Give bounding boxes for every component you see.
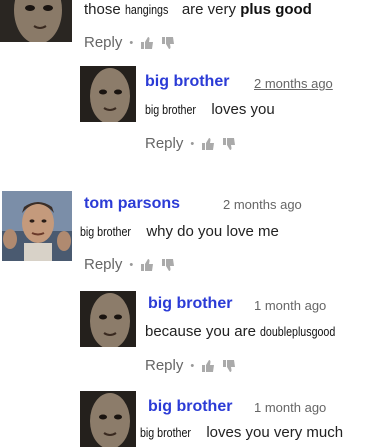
body-insert-bold: plus good — [240, 1, 312, 18]
avatar-tom-parsons — [2, 191, 72, 261]
comment-timestamp[interactable]: 2 months ago — [223, 197, 302, 212]
avatar-big-brother — [80, 391, 136, 447]
comment-author[interactable]: big brother — [148, 295, 232, 313]
thumbs-up-icon[interactable] — [140, 258, 154, 272]
body-text: are very — [177, 1, 241, 18]
comment-timestamp[interactable]: 1 month ago — [254, 298, 326, 313]
comment-actions: Reply • — [84, 34, 175, 51]
avatar-image — [2, 191, 72, 261]
thumbs-up-icon[interactable] — [201, 359, 215, 373]
separator-dot: • — [190, 137, 195, 150]
thumbs-down-icon[interactable] — [222, 137, 236, 151]
body-text: why do you love me — [142, 223, 279, 240]
comment-actions: Reply • — [84, 256, 175, 273]
comment-actions: Reply • — [145, 135, 236, 152]
body-insert-condensed: big brother — [140, 425, 191, 440]
body-insert-condensed: big brother — [145, 102, 196, 117]
comment-body: big brother loves you very much — [140, 424, 343, 442]
separator-dot: • — [190, 359, 195, 372]
thumbs-down-icon[interactable] — [161, 258, 175, 272]
comment-timestamp[interactable]: 2 months ago — [254, 76, 333, 91]
thumbs-down-icon[interactable] — [161, 36, 175, 50]
comment-body: because you are doubleplusgood — [145, 323, 352, 341]
comment-author[interactable]: tom parsons — [84, 195, 180, 213]
comment-author[interactable]: big brother — [145, 73, 229, 91]
avatar-big-brother — [80, 291, 136, 347]
thumbs-down-icon[interactable] — [222, 359, 236, 373]
avatar-image — [0, 0, 72, 42]
reply-button[interactable]: Reply — [84, 256, 122, 273]
reply-button[interactable]: Reply — [84, 34, 122, 51]
comment-body: those hangings are very plus good — [84, 1, 312, 19]
body-insert-condensed: doubleplusgood — [260, 324, 336, 339]
comment-body: big brother loves you — [145, 101, 275, 119]
avatar-big-brother — [80, 66, 136, 122]
comment-actions: Reply • — [145, 357, 236, 374]
separator-dot: • — [129, 36, 134, 49]
body-insert-condensed: big brother — [80, 224, 131, 239]
thumbs-up-icon[interactable] — [140, 36, 154, 50]
body-text: loves you — [207, 101, 275, 118]
body-text: loves you very much — [202, 424, 344, 441]
avatar-big-brother — [0, 0, 72, 42]
avatar-image — [80, 391, 136, 447]
body-text: because you are — [145, 323, 261, 340]
reply-button[interactable]: Reply — [145, 357, 183, 374]
body-insert-condensed: hangings — [124, 2, 169, 17]
comment-timestamp[interactable]: 1 month ago — [254, 400, 326, 415]
comment-author[interactable]: big brother — [148, 398, 232, 416]
avatar-image — [80, 291, 136, 347]
body-text: those — [84, 1, 125, 18]
avatar-image — [80, 66, 136, 122]
comment-body: big brother why do you love me — [80, 223, 279, 241]
thumbs-up-icon[interactable] — [201, 137, 215, 151]
separator-dot: • — [129, 258, 134, 271]
reply-button[interactable]: Reply — [145, 135, 183, 152]
